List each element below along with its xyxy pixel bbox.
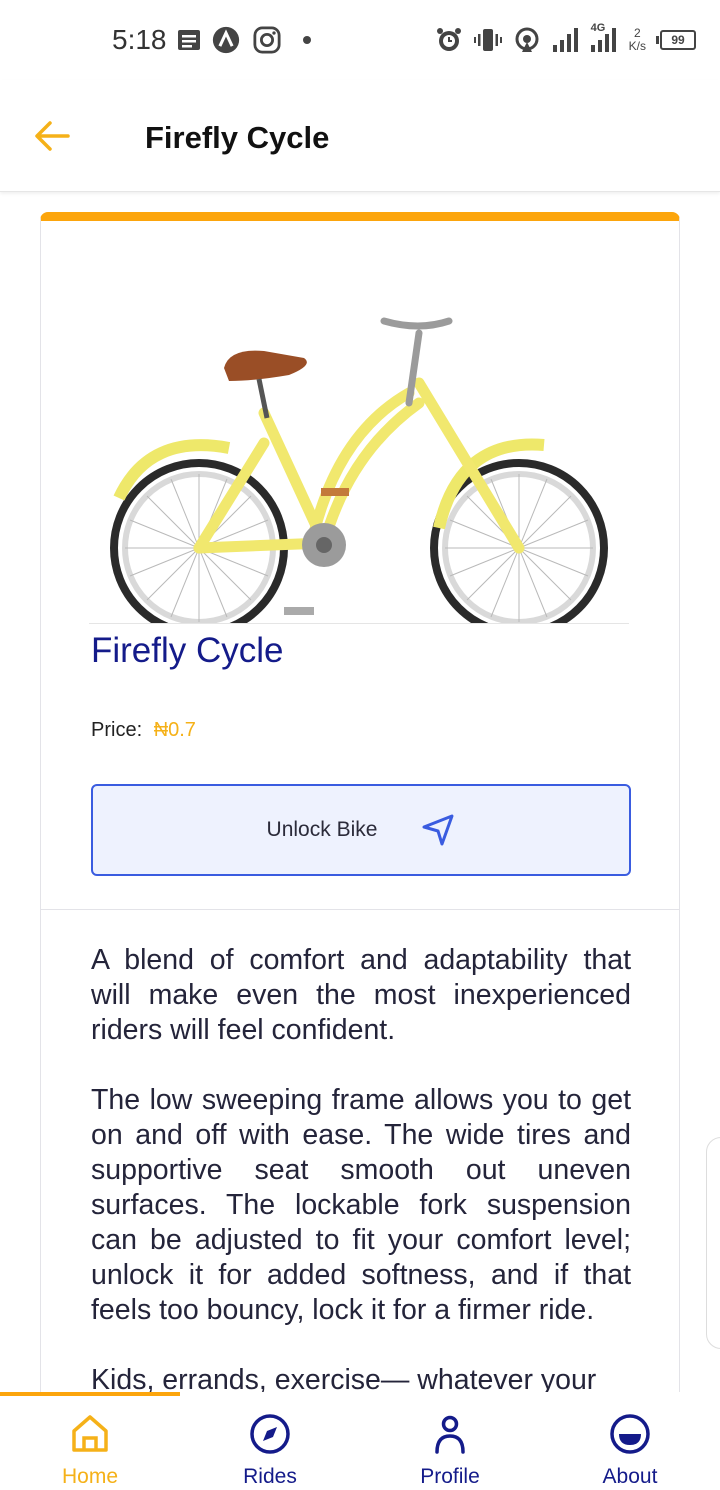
signal-icon bbox=[552, 28, 578, 52]
card-divider bbox=[41, 909, 679, 910]
signal-4g-icon bbox=[590, 28, 616, 52]
battery-level: 99 bbox=[671, 33, 685, 47]
nav-profile[interactable]: Profile bbox=[360, 1392, 540, 1490]
image-divider bbox=[89, 623, 629, 624]
notes-icon bbox=[178, 30, 200, 50]
description-paragraph: A blend of comfort and adaptability that… bbox=[91, 944, 631, 1046]
instagram-icon bbox=[253, 26, 281, 54]
battery-indicator: 99 bbox=[656, 30, 696, 50]
status-right-group: 4G 2 K/s 99 bbox=[435, 22, 696, 54]
description-paragraph: The low sweeping frame allows you to get… bbox=[91, 1084, 631, 1326]
app-a-icon bbox=[212, 26, 240, 54]
net-speed-unit: K/s bbox=[628, 39, 646, 53]
nav-rides-label: Rides bbox=[243, 1465, 297, 1488]
compass-icon bbox=[250, 1414, 290, 1454]
edge-handle[interactable] bbox=[706, 1137, 720, 1349]
arrow-left-icon bbox=[35, 121, 70, 151]
nav-home-label: Home bbox=[61, 1465, 119, 1488]
home-icon bbox=[72, 1415, 108, 1452]
bike-image bbox=[110, 317, 608, 623]
nav-profile-label: Profile bbox=[420, 1465, 480, 1488]
alarm-icon bbox=[436, 28, 461, 51]
net-speed: 2 K/s bbox=[629, 27, 646, 53]
hotspot-icon bbox=[515, 27, 539, 52]
status-bar: 5:18 4G 2 K/s 99 bbox=[0, 0, 720, 80]
app-bar: Firefly Cycle bbox=[0, 80, 720, 192]
status-time: 5:18 bbox=[112, 24, 167, 55]
price-value: ₦0.7 bbox=[153, 719, 196, 741]
vibrate-icon bbox=[473, 29, 502, 51]
notification-dot-icon bbox=[303, 36, 311, 44]
bike-description: A blend of comfort and adaptability that… bbox=[91, 943, 631, 1411]
bike-name: Firefly Cycle bbox=[91, 631, 284, 670]
signal-4g-indicator: 4G bbox=[589, 22, 619, 54]
page-title: Firefly Cycle bbox=[145, 120, 330, 155]
unlock-bike-button[interactable]: Unlock Bike bbox=[91, 784, 631, 876]
nav-about-label: About bbox=[602, 1465, 658, 1488]
unlock-bike-label: Unlock Bike bbox=[266, 818, 378, 841]
nav-home[interactable]: Home bbox=[0, 1392, 180, 1490]
about-icon bbox=[610, 1414, 650, 1454]
nav-rides[interactable]: Rides bbox=[180, 1392, 360, 1490]
price-label: Price: bbox=[91, 719, 143, 741]
person-icon bbox=[435, 1415, 465, 1454]
bottom-nav: Home Rides Profile About bbox=[0, 1392, 720, 1490]
price-row: Price: ₦0.7 bbox=[91, 719, 196, 742]
navigation-arrow-icon bbox=[422, 814, 454, 846]
back-button[interactable] bbox=[30, 114, 74, 158]
nav-about[interactable]: About bbox=[540, 1392, 720, 1490]
bike-detail-card: Firefly Cycle Price: ₦0.7 Unlock Bike A … bbox=[40, 212, 680, 1412]
